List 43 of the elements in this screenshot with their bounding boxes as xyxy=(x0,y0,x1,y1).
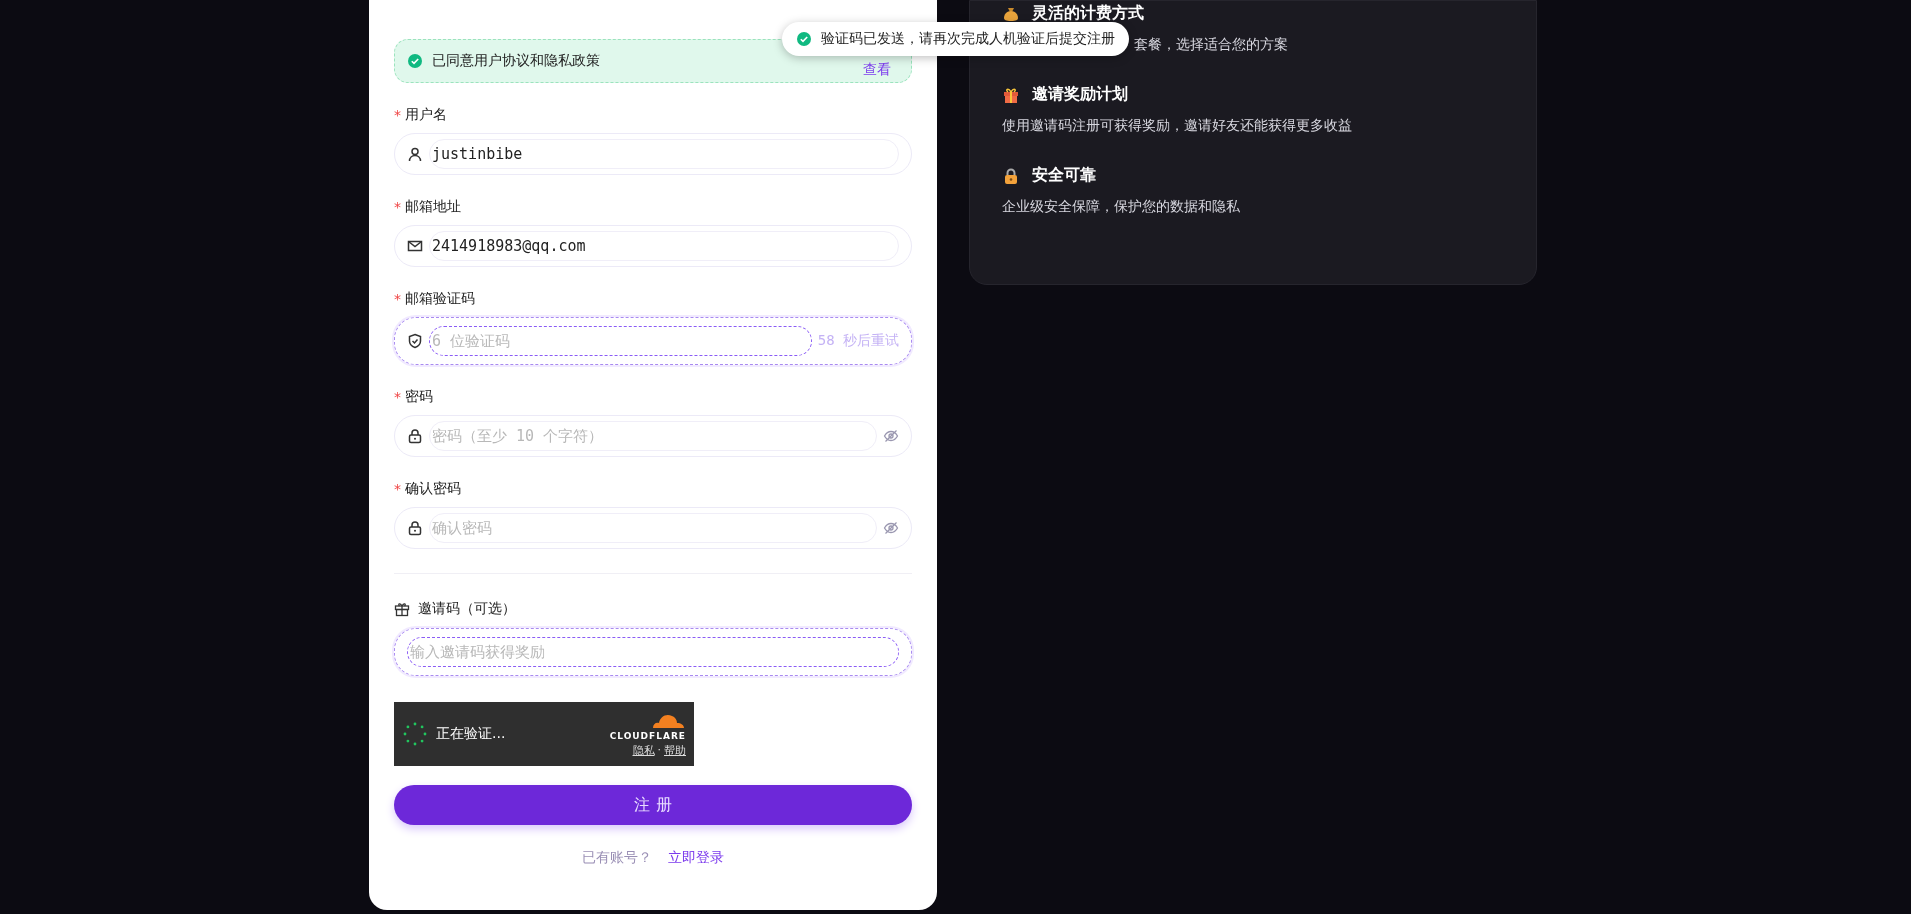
feature-description: 企业级安全保障，保护您的数据和隐私 xyxy=(1002,198,1240,216)
user-icon xyxy=(407,146,423,162)
eye-off-icon[interactable] xyxy=(883,428,899,444)
field-label: 邮箱验证码 xyxy=(405,290,475,308)
envelope-icon xyxy=(407,238,423,254)
resend-countdown: 58 秒后重试 xyxy=(817,332,899,350)
separator-dot: · xyxy=(657,742,661,758)
view-link[interactable]: 查看 xyxy=(863,61,891,79)
feature-description: 套餐，选择适合您的方案 xyxy=(1134,36,1288,54)
padlock-icon xyxy=(1002,166,1020,185)
captcha-status: 正在验证... xyxy=(436,725,507,743)
brand-wordmark: CLOUDFLARE xyxy=(609,730,686,741)
lock-icon xyxy=(407,428,423,444)
feature-title: 邀请奖励计划 xyxy=(1032,84,1128,105)
login-link[interactable]: 立即登录 xyxy=(668,849,724,867)
gift-icon xyxy=(394,601,410,617)
required-asterisk: * xyxy=(394,389,401,405)
field-label: 邀请码（可选） xyxy=(418,600,516,618)
toast-message: 验证码已发送，请再次完成人机验证后提交注册 xyxy=(821,30,1115,48)
agreement-text: 已同意用户协议和隐私政策 xyxy=(432,52,601,70)
field-label: 密码 xyxy=(405,388,433,406)
eye-off-icon[interactable] xyxy=(883,520,899,536)
field-label: 确认密码 xyxy=(405,480,461,498)
feature-title: 灵活的计费方式 xyxy=(1032,3,1144,24)
required-asterisk: * xyxy=(394,481,401,497)
captcha-widget[interactable]: 正在验证... CLOUDFLARE 隐私 · 帮助 xyxy=(394,702,694,766)
required-asterisk: * xyxy=(394,291,401,307)
field-label: 用户名 xyxy=(405,106,447,124)
input-field[interactable]: 输入邀请码获得奖励 xyxy=(394,628,912,676)
feature-description: 使用邀请码注册可获得奖励，邀请好友还能获得更多收益 xyxy=(1002,117,1352,135)
required-asterisk: * xyxy=(394,199,401,215)
gift-icon xyxy=(1002,85,1020,104)
field-label: 邮箱地址 xyxy=(405,198,461,216)
login-prompt: 已有账号？ xyxy=(582,849,652,867)
required-asterisk: * xyxy=(394,107,401,123)
shield-check-icon xyxy=(407,333,423,349)
lock-icon xyxy=(407,520,423,536)
privacy-link[interactable]: 隐私 xyxy=(632,742,655,758)
spinner-icon xyxy=(402,721,428,747)
feature-title: 安全可靠 xyxy=(1032,165,1096,186)
register-button[interactable]: 注 册 xyxy=(394,785,912,825)
check-circle-icon xyxy=(796,31,812,47)
help-link[interactable]: 帮助 xyxy=(664,742,686,758)
